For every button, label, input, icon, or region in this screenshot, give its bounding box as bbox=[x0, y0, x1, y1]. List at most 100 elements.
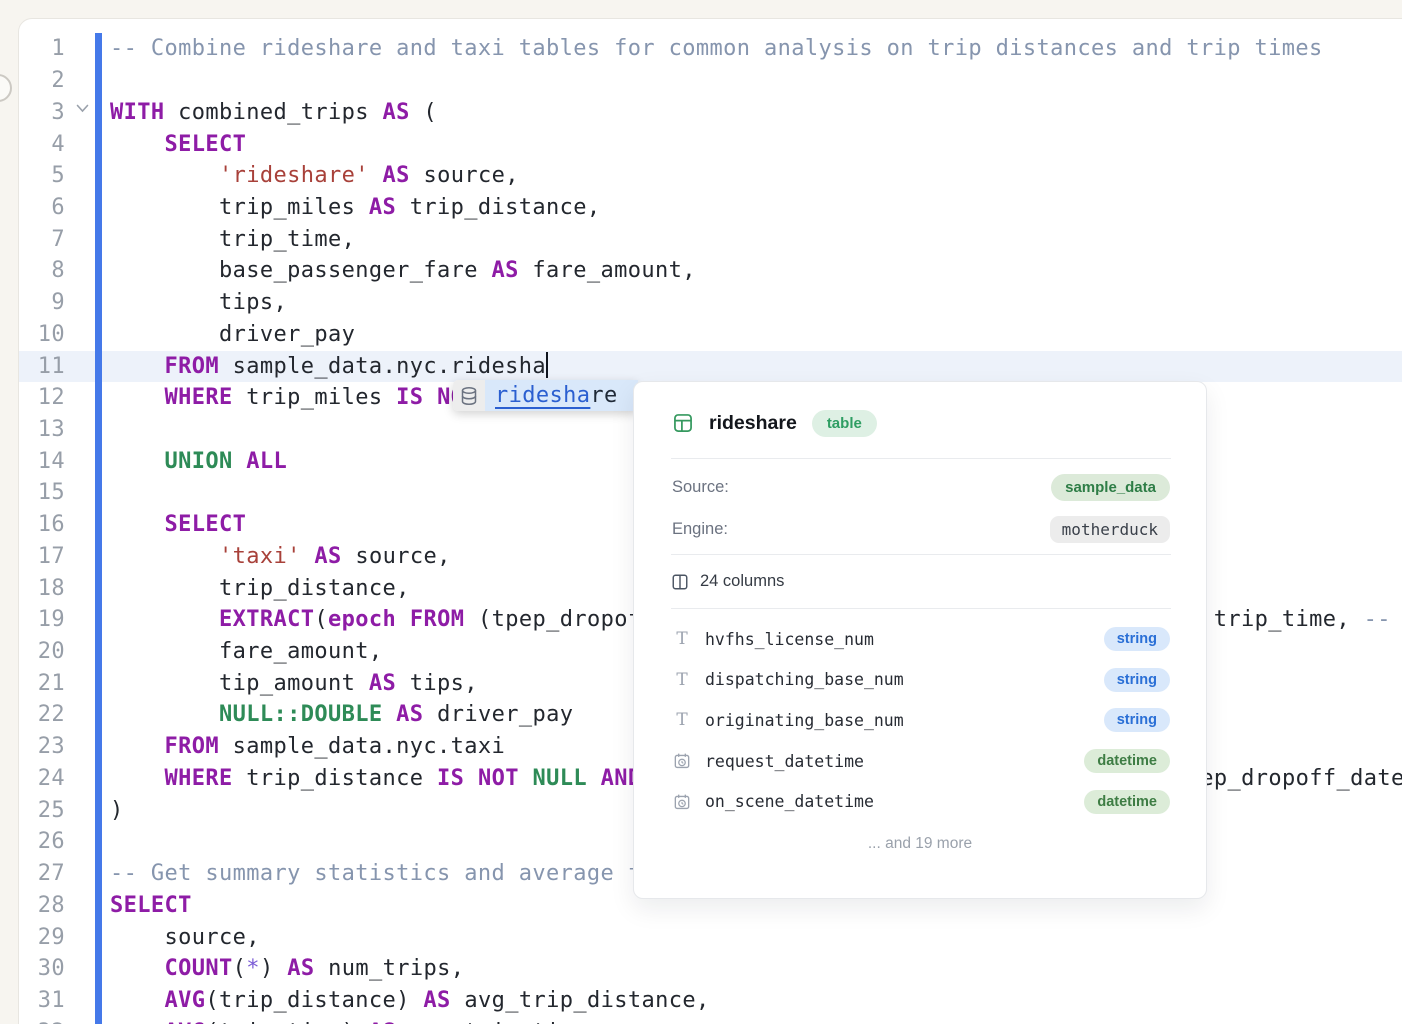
code-line-1[interactable]: -- Combine rideshare and taxi tables for… bbox=[110, 33, 1402, 65]
line-number: 15 bbox=[19, 477, 65, 509]
code-line-29[interactable]: source, bbox=[110, 922, 1402, 954]
code-token: IS bbox=[396, 385, 423, 410]
line-number: 9 bbox=[19, 287, 65, 319]
line-number: 24 bbox=[19, 763, 65, 795]
code-token bbox=[110, 734, 165, 759]
partial-button bbox=[0, 74, 12, 102]
info-row-source: Source:sample_data bbox=[672, 466, 1170, 508]
code-token: AS bbox=[287, 956, 314, 981]
info-value-badge: sample_data bbox=[1051, 474, 1170, 501]
code-token: tip_amount bbox=[110, 671, 369, 696]
code-line-9[interactable]: tips, bbox=[110, 287, 1402, 319]
code-token: 'rideshare' bbox=[219, 163, 369, 188]
code-token: ) bbox=[110, 798, 124, 823]
code-token: FROM bbox=[410, 607, 465, 632]
autocomplete-popup: rideshare bbox=[453, 380, 638, 411]
code-token bbox=[110, 354, 165, 379]
code-token: driver_pay bbox=[423, 702, 573, 727]
code-token: SELECT bbox=[165, 512, 247, 537]
code-token: combined_trips bbox=[165, 100, 383, 125]
autocomplete-rest-text: re bbox=[590, 383, 617, 408]
columns-count-row: 24 columns bbox=[671, 555, 1170, 608]
code-token: trip_miles bbox=[233, 385, 397, 410]
info-label: Engine: bbox=[672, 520, 728, 539]
code-line-3[interactable]: WITH combined_trips AS ( bbox=[110, 97, 1402, 129]
line-number: 29 bbox=[19, 922, 65, 954]
code-token: WHERE bbox=[165, 385, 233, 410]
line-number: 2 bbox=[19, 65, 65, 97]
chevron-down-icon[interactable] bbox=[76, 104, 89, 113]
code-token bbox=[110, 544, 219, 569]
code-token: trip_miles bbox=[110, 195, 369, 220]
line-number: 6 bbox=[19, 192, 65, 224]
code-token: source, bbox=[410, 163, 519, 188]
code-line-7[interactable]: trip_time, bbox=[110, 224, 1402, 256]
code-token: FROM bbox=[165, 354, 220, 379]
line-number: 7 bbox=[19, 224, 65, 256]
code-line-30[interactable]: COUNT(*) AS num_trips, bbox=[110, 953, 1402, 985]
table-kind-badge: table bbox=[812, 410, 877, 437]
divider bbox=[671, 608, 1171, 609]
code-line-32[interactable]: AVG(trip_time) AS avg_trip_time, bbox=[110, 1017, 1402, 1024]
code-token: -- Combine rideshare and taxi tables for… bbox=[110, 36, 1323, 61]
table-icon bbox=[672, 412, 694, 434]
code-token: trip_distance bbox=[233, 766, 437, 791]
code-token: tips, bbox=[396, 671, 478, 696]
table-info-card: rideshare table Source:sample_dataEngine… bbox=[633, 381, 1207, 899]
line-number: 22 bbox=[19, 699, 65, 731]
line-number: 32 bbox=[19, 1017, 65, 1024]
column-type-badge: string bbox=[1104, 668, 1170, 692]
code-token: AS bbox=[383, 163, 410, 188]
code-token bbox=[110, 766, 165, 791]
code-token bbox=[110, 163, 219, 188]
code-token: FROM bbox=[165, 734, 220, 759]
line-number: 8 bbox=[19, 255, 65, 287]
code-line-2[interactable] bbox=[110, 65, 1402, 97]
code-line-8[interactable]: base_passenger_fare AS fare_amount, bbox=[110, 255, 1402, 287]
code-token bbox=[110, 956, 165, 981]
column-type-badge: string bbox=[1104, 708, 1170, 732]
code-token bbox=[110, 1020, 165, 1024]
line-number: 13 bbox=[19, 414, 65, 446]
column-name: dispatching_base_num bbox=[705, 670, 904, 689]
code-line-5[interactable]: 'rideshare' AS source, bbox=[110, 160, 1402, 192]
line-number: 11 bbox=[19, 351, 65, 383]
autocomplete-matched-text: ridesha bbox=[495, 383, 590, 408]
code-line-31[interactable]: AVG(trip_distance) AS avg_trip_distance, bbox=[110, 985, 1402, 1017]
column-row: Tdispatching_base_numstring bbox=[672, 660, 1170, 701]
line-number: 17 bbox=[19, 541, 65, 573]
column-row: Toriginating_base_numstring bbox=[672, 700, 1170, 741]
line-number-gutter: 1234567891011121314151617181920212223242… bbox=[19, 33, 65, 1024]
code-token: fare_amount, bbox=[110, 639, 383, 664]
code-token: AS bbox=[383, 100, 410, 125]
code-token bbox=[396, 607, 410, 632]
code-token: NULL bbox=[532, 766, 587, 791]
column-name: request_datetime bbox=[705, 752, 864, 771]
code-token: avg_trip_distance, bbox=[451, 988, 710, 1013]
code-token bbox=[110, 607, 219, 632]
code-token: epoch bbox=[328, 607, 396, 632]
line-number: 28 bbox=[19, 890, 65, 922]
code-line-11[interactable]: FROM sample_data.nyc.ridesha bbox=[110, 351, 1402, 383]
code-token bbox=[110, 132, 165, 157]
code-token bbox=[519, 766, 533, 791]
column-name: on_scene_datetime bbox=[705, 792, 874, 811]
calendar-clock-icon bbox=[672, 793, 692, 811]
code-token: ( bbox=[233, 956, 247, 981]
code-token: (trip_distance) bbox=[205, 988, 423, 1013]
code-token: AS bbox=[396, 702, 423, 727]
code-line-10[interactable]: driver_pay bbox=[110, 319, 1402, 351]
line-number: 21 bbox=[19, 668, 65, 700]
code-token bbox=[383, 702, 397, 727]
code-token: ALL bbox=[246, 449, 287, 474]
code-line-4[interactable]: SELECT bbox=[110, 129, 1402, 161]
autocomplete-suggestion-rideshare[interactable]: rideshare bbox=[485, 380, 638, 411]
code-token: ( bbox=[410, 100, 437, 125]
line-number: 26 bbox=[19, 826, 65, 858]
code-line-6[interactable]: trip_miles AS trip_distance, bbox=[110, 192, 1402, 224]
column-row: request_datetimedatetime bbox=[672, 741, 1170, 782]
code-token bbox=[464, 766, 478, 791]
code-token: base_passenger_fare bbox=[110, 258, 492, 283]
code-token: sample_data.nyc.taxi bbox=[219, 734, 505, 759]
line-number: 16 bbox=[19, 509, 65, 541]
